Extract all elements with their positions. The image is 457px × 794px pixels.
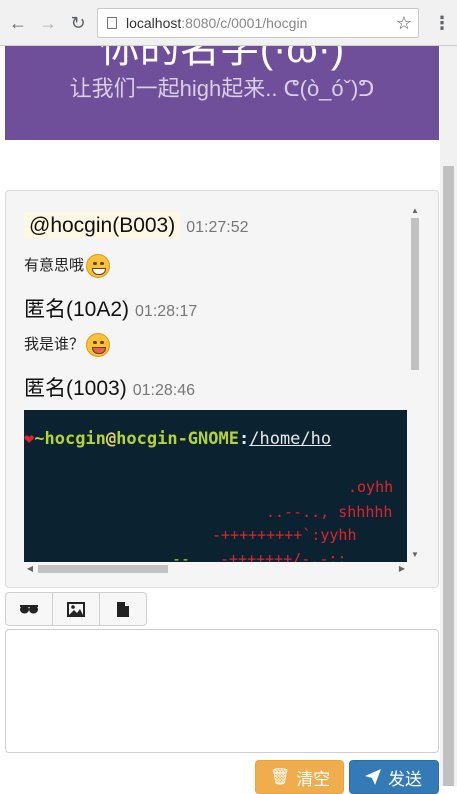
image-upload-button[interactable] [52,592,100,626]
file-upload-button[interactable] [99,592,147,626]
send-plane-icon [365,769,381,785]
message-time: 01:28:46 [132,382,195,399]
terminal-prompt: ❤~hocgin@hocgin-GNOME:/home/ho [24,429,332,449]
message-header: 匿名(10A2) 01:28:17 [24,293,197,323]
sender-name: 匿名(10A2) [24,298,130,321]
terminal-art-line: ..--.., shhhhh [266,503,393,521]
page-scrollbar[interactable] [440,46,457,786]
terminal-art-line: -+++++++++`:yyhh [212,526,357,544]
page-title: 你的名字(·ω·) [99,46,345,71]
winking-tongue-emoji-icon [86,333,111,358]
image-icon [67,601,85,617]
scroll-left-icon[interactable]: ◀ [24,562,36,576]
browser-toolbar: ← → ↻ localhost:8080/c/0001/hocgin ☆ ⋮ [0,0,457,46]
file-icon [117,601,129,617]
terminal-screenshot-image[interactable]: ❤~hocgin@hocgin-GNOME:/home/ho .oyhh ..-… [24,410,407,562]
forward-arrow-icon[interactable]: → [38,13,58,33]
terminal-art-line: -- [172,550,191,562]
page-subtitle: 让我们一起high起来.. ᕦ(ò_óˇ)ᕤ [69,76,375,101]
trash-icon: 🗑 [270,769,291,786]
vertical-scroll-thumb[interactable] [411,218,419,370]
bookmark-star-icon[interactable]: ☆ [396,13,412,34]
message-header: 匿名(1003) 01:28:46 [24,372,195,402]
terminal-art-line: .oyhh [348,478,394,496]
browser-menu-icon[interactable]: ⋮ [433,13,451,33]
message-header: @hocgin(B003) 01:27:52 [24,212,249,239]
scroll-up-icon[interactable]: ▲ [408,206,422,218]
message-time: 01:27:52 [186,219,249,236]
header-banner: 你的名字(·ω·) 让我们一起high起来.. ᕦ(ò_óˇ)ᕤ [5,46,439,140]
message-list[interactable]: @hocgin(B003) 01:27:52 有意思哦 匿名(10A2) 01:28… [24,206,407,562]
message-time: 01:28:17 [135,303,198,320]
page-icon [107,17,117,29]
scroll-right-icon[interactable]: ▶ [396,562,408,576]
compose-toolbar [5,592,147,626]
message-list-vertical-scrollbar[interactable]: ▲ ▼ [408,206,422,562]
terminal-art-line: -+++++++/-.-:: [220,550,347,562]
reload-icon[interactable]: ↻ [68,13,88,33]
clear-button[interactable]: 🗑 清空 [255,760,344,794]
sunglasses-icon [20,605,38,614]
message-text: 有意思哦 [24,254,111,279]
scroll-down-icon[interactable]: ▼ [408,550,422,562]
back-arrow-icon[interactable]: ← [8,13,28,33]
page-scrollbar-thumb[interactable] [443,166,454,786]
url-text: localhost:8080/c/0001/hocgin [126,15,308,31]
sender-name: @hocgin(B003) [24,212,181,239]
message-text: 我是谁？ [24,333,111,358]
sender-name: 匿名(1003) [24,377,127,400]
send-button[interactable]: 发送 [349,760,439,794]
message-input[interactable] [5,629,439,753]
address-bar[interactable]: localhost:8080/c/0001/hocgin ☆ [97,8,419,38]
horizontal-scroll-thumb[interactable] [38,565,168,573]
sunglasses-button[interactable] [5,592,53,626]
grinning-face-emoji-icon [86,254,111,279]
chat-panel: @hocgin(B003) 01:27:52 有意思哦 匿名(10A2) 01:28… [5,190,439,588]
message-list-horizontal-scrollbar[interactable]: ◀ ▶ [24,562,408,576]
